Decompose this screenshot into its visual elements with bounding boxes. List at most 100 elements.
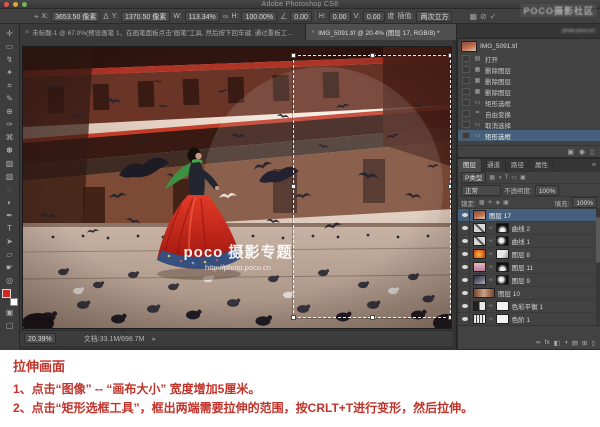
tab-paths[interactable]: 路径 — [506, 159, 530, 172]
layer-row[interactable]: ∞ 图层 8 — [458, 248, 600, 261]
layer-row[interactable]: ∞ 色阶 1 — [458, 313, 600, 326]
layer-row[interactable]: ∞ 曲线 1 — [458, 235, 600, 248]
transform-handle[interactable] — [291, 53, 296, 58]
visibility-eye-icon[interactable] — [460, 300, 470, 313]
visibility-eye-icon[interactable] — [460, 261, 470, 274]
brush-tool[interactable]: ✑ — [1, 118, 19, 131]
filter-smart-object-icon[interactable]: ▣ — [520, 174, 526, 181]
lock-transparency-icon[interactable]: ▦ — [479, 199, 485, 206]
visibility-eye-icon[interactable] — [460, 287, 470, 300]
visibility-eye-icon[interactable] — [460, 274, 470, 287]
layer-mask-thumbnail[interactable] — [496, 262, 509, 272]
filter-shape-icon[interactable]: ▭ — [511, 174, 517, 181]
color-balance-adjustment-icon[interactable] — [473, 301, 486, 311]
filter-kind-select[interactable]: P类型 — [461, 172, 486, 183]
width-field[interactable]: 113.34% — [185, 11, 220, 22]
layer-mask-thumbnail[interactable] — [496, 249, 509, 259]
transform-handle[interactable] — [370, 53, 375, 58]
history-step-selected[interactable]: ▭矩形选框 — [458, 130, 600, 141]
history-step[interactable]: ▭取消选择 — [458, 119, 600, 130]
lock-pixels-icon[interactable]: ◈ — [496, 199, 501, 206]
close-tab-icon[interactable]: × — [311, 29, 315, 36]
new-group-icon[interactable]: ▤ — [572, 339, 578, 347]
type-tool[interactable]: T — [1, 222, 19, 235]
move-tool[interactable]: ✛ — [1, 27, 19, 40]
angle-field[interactable]: 0.00 — [290, 11, 312, 22]
layer-row[interactable]: 图层 10 — [458, 287, 600, 300]
shape-tool[interactable]: ▱ — [1, 248, 19, 261]
transform-handle[interactable] — [291, 315, 296, 320]
commit-transform-icon[interactable]: ✓ — [490, 11, 497, 22]
visibility-eye-icon[interactable] — [460, 248, 470, 261]
filter-pixel-icon[interactable]: ▦ — [489, 174, 495, 181]
history-source-well[interactable] — [462, 121, 470, 128]
history-source-well[interactable] — [462, 99, 470, 106]
eyedropper-tool[interactable]: ✎ — [1, 92, 19, 105]
cancel-transform-icon[interactable]: ⊘ — [480, 11, 487, 22]
layer-mask-thumbnail[interactable] — [496, 301, 509, 311]
interpolation-select[interactable]: 两次立方 — [416, 11, 452, 22]
curves-adjustment-icon[interactable] — [473, 236, 486, 246]
history-source-well[interactable] — [462, 77, 470, 84]
new-document-from-state-icon[interactable]: ▣ — [567, 148, 574, 156]
history-step[interactable]: ▦删除图层 — [458, 64, 600, 75]
transform-handle[interactable] — [291, 184, 296, 189]
tab-properties[interactable]: 属性 — [530, 159, 554, 172]
layer-mask-thumbnail[interactable] — [496, 223, 509, 233]
layer-row[interactable]: ∞ 色彩平衡 1 — [458, 300, 600, 313]
v-skew-field[interactable]: 0.00 — [363, 11, 385, 22]
visibility-eye-icon[interactable] — [460, 222, 470, 235]
history-source-well[interactable] — [462, 88, 470, 95]
close-tab-icon[interactable]: × — [25, 29, 29, 36]
tab-img-5091[interactable]: × IMG_5091.tif @ 20.4% (图层 17, RGB/8) * — [306, 24, 472, 40]
visibility-eye-icon[interactable] — [460, 235, 470, 248]
canvas-area[interactable]: poco 摄影专题 http://photo.poco.cn — [20, 40, 453, 330]
tab-untitled-document[interactable]: × 未标题-1 @ 67.0%(预设画笔 1、在画笔面板点击“画笔”工具, 然后… — [20, 24, 306, 40]
layers-scrollbar[interactable] — [596, 209, 600, 326]
tab-layers[interactable]: 图层 — [458, 159, 482, 172]
document-image[interactable]: poco 摄影专题 http://photo.poco.cn — [22, 46, 452, 329]
history-source-well[interactable] — [462, 132, 470, 139]
history-step[interactable]: ▦删除图层 — [458, 75, 600, 86]
new-snapshot-icon[interactable]: ◉ — [579, 148, 585, 156]
layer-style-icon[interactable]: fx — [545, 339, 550, 346]
layer-row[interactable]: ∞ 图层 11 — [458, 261, 600, 274]
layer-row[interactable]: ∞ 图层 9 — [458, 274, 600, 287]
history-step[interactable]: ▦删除图层 — [458, 86, 600, 97]
blur-tool[interactable]: ◌ — [1, 183, 19, 196]
foreground-color-swatch[interactable] — [2, 289, 11, 298]
status-options-icon[interactable]: ▸ — [152, 335, 156, 343]
history-source-well[interactable] — [462, 55, 470, 62]
screen-mode-icon[interactable]: ▢ — [1, 319, 19, 332]
gradient-tool[interactable]: ▧ — [1, 170, 19, 183]
tab-channels[interactable]: 通道 — [482, 159, 506, 172]
history-step[interactable]: ⌗自由变换 — [458, 108, 600, 119]
crop-tool[interactable]: ⌗ — [1, 79, 19, 92]
add-layer-mask-icon[interactable]: ◧ — [554, 339, 560, 347]
warp-mode-icon[interactable]: ▦ — [469, 11, 477, 22]
transform-handle[interactable] — [448, 315, 452, 320]
h-skew-field[interactable]: 0.00 — [329, 11, 351, 22]
new-layer-icon[interactable]: ⊞ — [582, 339, 587, 347]
height-field[interactable]: 100.00% — [241, 11, 277, 22]
reference-point-icon[interactable]: ⌖ — [34, 11, 39, 22]
link-layers-icon[interactable]: ∞ — [536, 339, 541, 346]
path-selection-tool[interactable]: ➤ — [1, 235, 19, 248]
delete-layer-icon[interactable]: ▯ — [591, 339, 595, 347]
new-adjustment-layer-icon[interactable]: ◑ — [564, 339, 568, 346]
lock-all-icon[interactable]: ▣ — [503, 199, 509, 206]
spot-healing-tool[interactable]: ⊕ — [1, 105, 19, 118]
selection-marquee[interactable] — [293, 55, 451, 318]
relative-position-icon[interactable]: Δ — [103, 11, 108, 22]
eraser-tool[interactable]: ▨ — [1, 157, 19, 170]
y-field[interactable]: 1370.50 像素 — [121, 11, 170, 22]
dodge-tool[interactable]: ◐ — [1, 196, 19, 209]
fill-field[interactable]: 100% — [572, 197, 597, 208]
levels-adjustment-icon[interactable] — [473, 314, 486, 324]
layer-thumbnail[interactable] — [473, 288, 495, 298]
layer-mask-thumbnail[interactable] — [496, 236, 509, 246]
history-source-well[interactable] — [462, 66, 470, 73]
link-dimensions-icon[interactable]: ∞ — [223, 11, 229, 22]
quick-mask-icon[interactable]: ▣ — [1, 306, 19, 319]
layer-thumbnail[interactable] — [473, 249, 486, 259]
